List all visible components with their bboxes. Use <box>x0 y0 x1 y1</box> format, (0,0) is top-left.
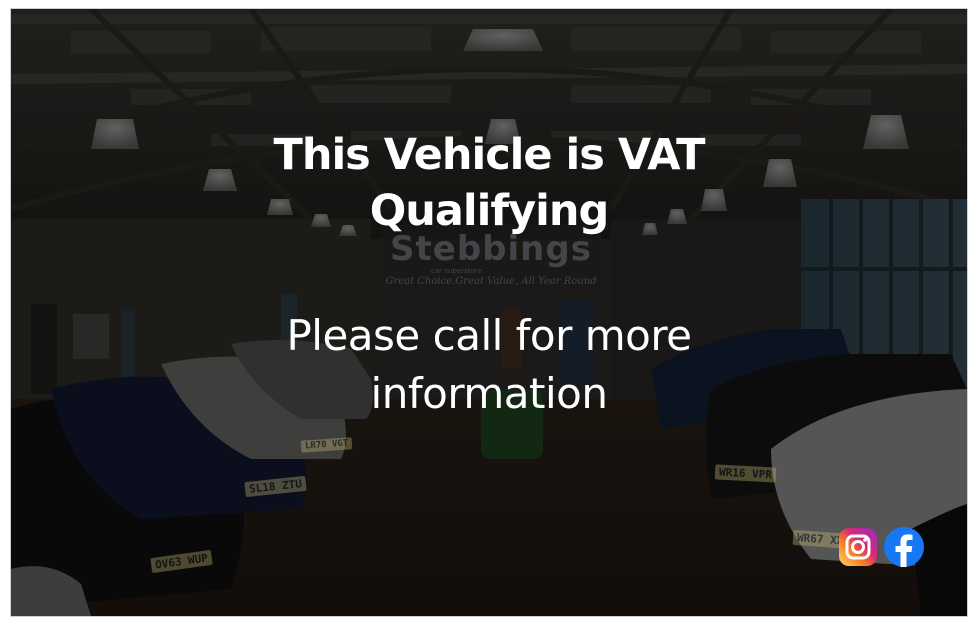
heading-line: Qualifying <box>369 186 610 236</box>
subline-line: Please call for more <box>286 311 692 360</box>
subline-line: information <box>370 369 608 418</box>
dealer-sign: Stebbings car superstore Great Choice.Gr… <box>371 231 611 289</box>
vehicle-photo: Stebbings car superstore Great Choice.Gr… <box>10 8 968 617</box>
call-for-info-text: Please call for more information <box>11 307 967 423</box>
heading-line: This Vehicle is VAT <box>273 130 706 180</box>
instagram-icon[interactable] <box>837 525 879 569</box>
facebook-icon[interactable] <box>883 525 925 569</box>
number-plate: WR16 VPR <box>714 464 777 483</box>
dealer-slogan: Great Choice.Great Value, All Year Round <box>385 276 597 287</box>
vat-qualifying-heading: This Vehicle is VAT Qualifying <box>11 127 967 239</box>
